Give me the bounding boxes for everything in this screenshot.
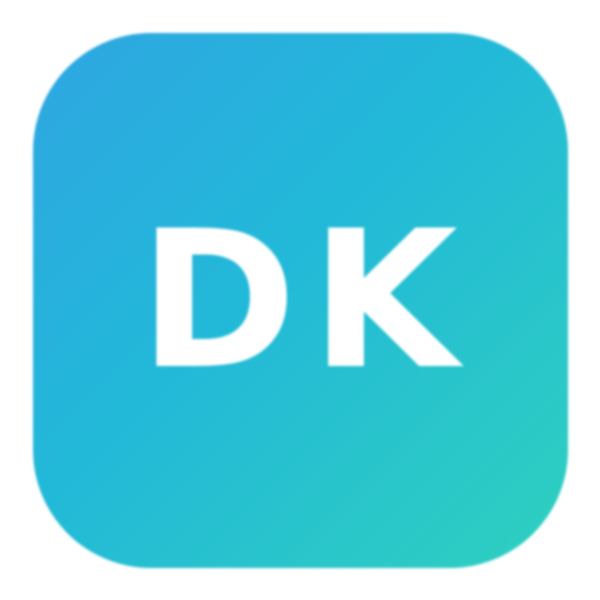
icon-canvas: DK (0, 0, 600, 600)
monogram-text: DK (139, 189, 472, 411)
app-monogram-icon[interactable]: DK (33, 33, 568, 568)
